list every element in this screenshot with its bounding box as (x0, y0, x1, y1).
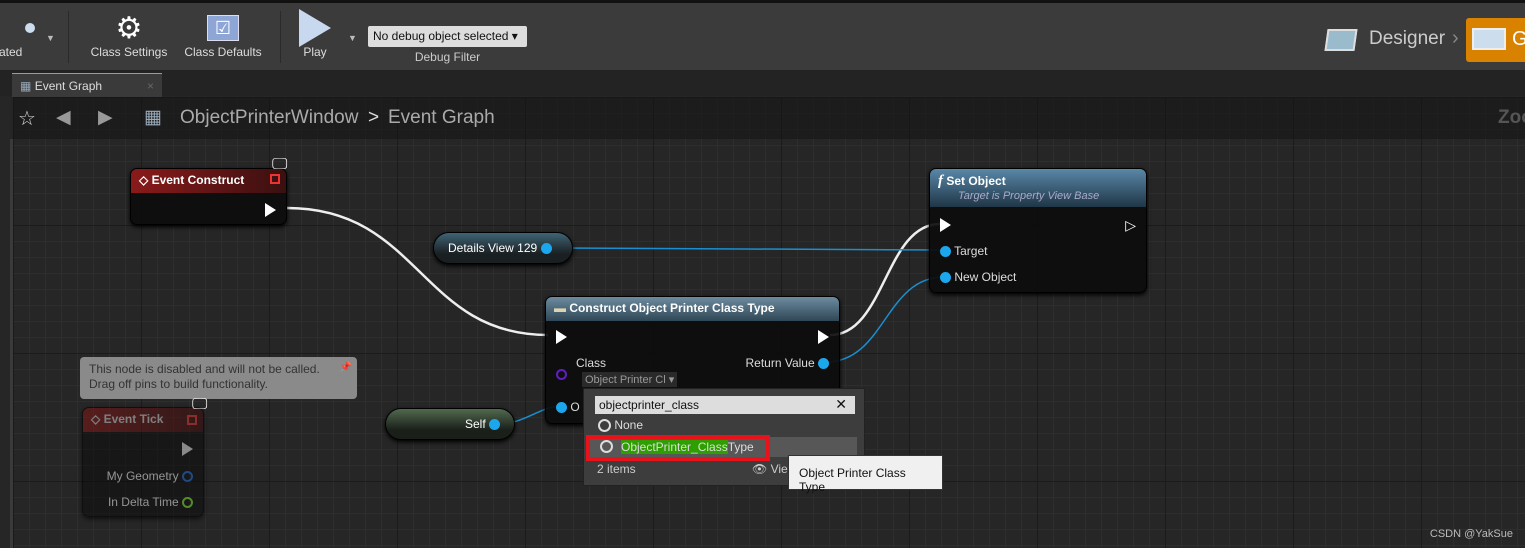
pin-icon[interactable]: 📌 (340, 360, 352, 375)
new-object-pin[interactable]: New Object (940, 270, 1016, 284)
watermark: CSDN @YakSue (1429, 528, 1513, 540)
exec-in-pin[interactable] (556, 329, 567, 344)
target-wire (556, 247, 945, 251)
exec-wire (286, 206, 549, 337)
event-icon: ◇ (91, 412, 101, 426)
item-count: 2 items (597, 462, 636, 476)
exec-out-pin[interactable]: ▷ (1125, 217, 1136, 233)
class-search-input[interactable]: objectprinter_class ✕ (595, 396, 855, 414)
exec-out-pin[interactable] (818, 329, 829, 344)
class-option-none[interactable]: None (598, 418, 643, 433)
view-options-button[interactable]: 👁 Vie (752, 462, 788, 476)
self-node[interactable]: Self (385, 408, 515, 440)
details-view-variable[interactable]: Details View 129 (433, 232, 573, 264)
tooltip: Object Printer Class Type (788, 455, 943, 494)
set-object-node[interactable]: f Set Object Target is Property View Base… (929, 168, 1147, 293)
output-pin[interactable] (540, 243, 552, 255)
function-icon: f (938, 173, 943, 189)
construct-icon: ▬ (554, 301, 566, 315)
event-tick-node[interactable]: ◇ Event Tick My Geometry In Delta Time (82, 407, 204, 517)
disabled-node-comment: This node is disabled and will not be ca… (80, 357, 357, 399)
client-only-icon: 🖵 (272, 156, 288, 173)
exec-out-pin[interactable] (182, 441, 193, 456)
return-value-pin[interactable]: Return Value (746, 356, 829, 370)
outer-pin[interactable]: O (556, 400, 580, 414)
event-construct-node[interactable]: ◇ Event Construct (130, 168, 287, 225)
clear-search-icon[interactable]: ✕ (835, 396, 847, 413)
my-geometry-pin[interactable]: My Geometry (107, 469, 193, 483)
output-pin[interactable] (489, 419, 500, 431)
highlight-box (586, 435, 770, 461)
class-pin[interactable] (556, 367, 567, 381)
event-icon: ◇ (139, 173, 149, 187)
exec-in-pin[interactable] (940, 217, 951, 232)
eye-icon: 👁 (752, 462, 768, 476)
delegate-pin[interactable] (270, 174, 280, 184)
delegate-pin[interactable] (187, 415, 197, 425)
class-dropdown[interactable]: Object Printer Cl ▾ (582, 372, 678, 387)
exec-out-pin[interactable] (265, 202, 276, 217)
delta-time-pin[interactable]: In Delta Time (108, 495, 193, 509)
target-pin[interactable]: Target (940, 244, 987, 258)
object-wire (825, 276, 945, 363)
client-only-icon: 🖵 (192, 396, 208, 413)
